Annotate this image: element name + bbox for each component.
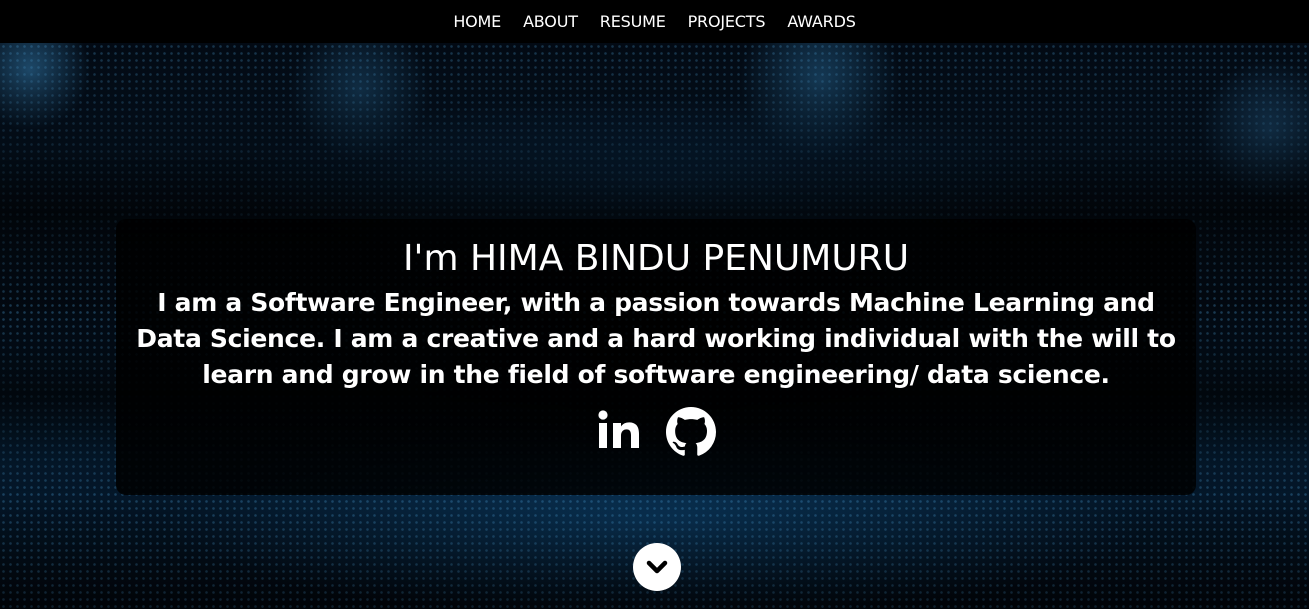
nav-projects[interactable]: PROJECTS xyxy=(688,8,766,35)
intro-description: I am a Software Engineer, with a passion… xyxy=(136,288,1176,389)
scroll-down-button[interactable] xyxy=(633,543,681,591)
nav-resume[interactable]: RESUME xyxy=(600,8,666,35)
github-icon[interactable] xyxy=(666,407,716,457)
intro-card: I'm HIMA BINDU PENUMURU I am a Software … xyxy=(116,219,1196,495)
page: HOME ABOUT RESUME PROJECTS AWARDS I'm HI… xyxy=(0,0,1309,609)
navbar: HOME ABOUT RESUME PROJECTS AWARDS xyxy=(0,0,1309,43)
social-links xyxy=(116,407,1196,457)
linkedin-icon[interactable] xyxy=(596,407,646,457)
intro-title: I'm HIMA BINDU PENUMURU xyxy=(402,238,910,279)
nav-awards[interactable]: AWARDS xyxy=(787,8,856,35)
nav-home[interactable]: HOME xyxy=(453,8,501,35)
chevron-down-icon xyxy=(644,554,670,580)
nav-about[interactable]: ABOUT xyxy=(523,8,578,35)
